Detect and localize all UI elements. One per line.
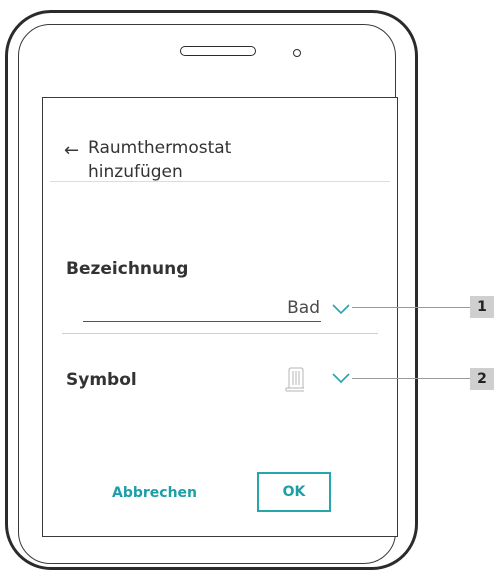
symbol-dropdown-chevron-down-icon[interactable]	[332, 373, 350, 383]
back-arrow-icon[interactable]: ←	[64, 142, 79, 160]
callout-2-badge: 2	[470, 368, 494, 390]
page-title-line-1: Raumthermostat	[88, 138, 232, 158]
name-input[interactable]: Bad	[260, 298, 320, 318]
callout-1-badge: 1	[470, 296, 494, 318]
name-input-underline	[83, 321, 321, 322]
ok-button[interactable]: OK	[257, 472, 331, 512]
front-camera	[293, 49, 301, 57]
header-divider	[50, 181, 390, 182]
cancel-button[interactable]: Abbrechen	[112, 485, 197, 501]
radiator-icon[interactable]	[285, 366, 305, 392]
section-divider	[62, 333, 378, 334]
speaker-slot	[180, 46, 256, 56]
symbol-label: Symbol	[66, 370, 137, 390]
callout-1-leader-line	[352, 307, 470, 308]
name-dropdown-chevron-down-icon[interactable]	[332, 304, 350, 314]
callout-2-leader-line	[352, 378, 470, 379]
name-label: Bezeichnung	[66, 259, 189, 279]
